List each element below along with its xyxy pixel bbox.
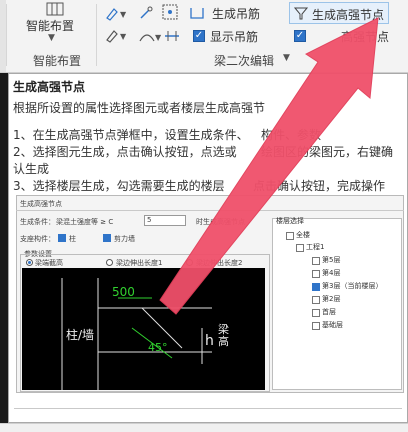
- tree-item-f4[interactable]: 第4层: [322, 268, 340, 278]
- node-check-label: 高强节点: [341, 30, 390, 44]
- tooltip-step-2-tail: 绘图区的梁图元，右键确: [261, 145, 394, 159]
- select-region-icon[interactable]: [162, 4, 178, 20]
- show-hanger-checkbox[interactable]: ✓: [193, 30, 205, 42]
- tooltip-step-3: 3、选择楼层生成，勾选需要生成的楼层: [13, 179, 225, 193]
- col-checkbox[interactable]: [58, 234, 66, 242]
- floor-panel: [272, 218, 402, 390]
- gen-condition-value: 梁混土强度等 ≥ C: [56, 218, 114, 226]
- gen-condition-input[interactable]: 5: [144, 215, 186, 226]
- svg-text:▼: ▼: [120, 10, 127, 19]
- radio-2-label: 梁边伸出长度1: [116, 259, 163, 267]
- show-hanger-label: 显示吊筋: [210, 30, 259, 44]
- beam-line-icon[interactable]: [164, 28, 180, 44]
- cad-label-beam: 梁高: [218, 323, 229, 348]
- tooltip-step-2: 2、选择图元生成，点击确认按钮，点选或: [13, 145, 237, 159]
- cad-label-column: 柱/墙: [66, 328, 95, 342]
- tree-checkbox-project[interactable]: [296, 244, 304, 252]
- tree-checkbox-f2[interactable]: [312, 296, 320, 304]
- tree-checkbox-base[interactable]: [312, 322, 320, 330]
- tooltip-footer-divider: [14, 408, 402, 409]
- tree-checkbox-f3[interactable]: [312, 283, 320, 291]
- hanger-icon: [188, 5, 206, 21]
- tree-item-f2[interactable]: 第2层: [322, 294, 340, 304]
- tooltip-step-3-tail: 点击确认按钮，完成操作: [253, 179, 386, 193]
- member-label: 支座构件：: [20, 235, 55, 243]
- radio-2[interactable]: [106, 259, 113, 266]
- gen-condition-input-value: 5: [147, 216, 152, 224]
- smart-layout-icon[interactable]: [46, 1, 64, 16]
- tree-item-base[interactable]: 基础层: [322, 320, 343, 330]
- tree-checkbox-all[interactable]: [286, 232, 294, 240]
- cad-label-500: 500: [112, 285, 135, 299]
- ribbon-separator: [96, 4, 97, 66]
- group-expand-icon[interactable]: ▼: [283, 53, 290, 63]
- tree-item-project[interactable]: 工程1: [306, 242, 324, 252]
- dialog-title: 生成高强节点: [20, 200, 62, 208]
- tree-checkbox-f1[interactable]: [312, 309, 320, 317]
- tree-item-all[interactable]: 全楼: [296, 230, 310, 240]
- magic-tool-icon[interactable]: [138, 5, 154, 21]
- tooltip-step-2-cont: 认生成: [13, 162, 50, 176]
- pen-tool-icon[interactable]: ▼: [104, 5, 130, 21]
- tooltip-description: 根据所设置的属性选择图元或者楼层生成高强节: [13, 101, 266, 115]
- tooltip-title: 生成高强节点: [13, 80, 86, 94]
- col-option-label: 柱: [69, 235, 76, 243]
- ribbon-separator: [6, 4, 7, 66]
- node-checkbox[interactable]: ✓: [294, 30, 306, 42]
- tree-checkbox-f5[interactable]: [312, 257, 320, 265]
- cad-label-45: 45°: [148, 341, 168, 354]
- svg-text:▼: ▼: [120, 32, 127, 41]
- tooltip-step-1-tail: 构件、参数: [261, 128, 322, 142]
- dialog-title-divider: [16, 210, 404, 211]
- gen-condition-tail: 时生成高强节点: [196, 218, 245, 226]
- wall-option-label: 剪力墙: [114, 235, 135, 243]
- grid-icon: [46, 2, 64, 16]
- smart-layout-dropdown-icon[interactable]: ▼: [48, 33, 55, 43]
- svg-text:▼: ▼: [155, 33, 162, 42]
- beam-edit-group-label: 梁二次编辑: [214, 54, 275, 68]
- tree-checkbox-f4[interactable]: [312, 270, 320, 278]
- floor-panel-title: 楼层选择: [276, 217, 304, 225]
- filter-icon: [293, 5, 309, 20]
- cad-label-h: h: [205, 333, 214, 349]
- radio-3[interactable]: [186, 259, 193, 266]
- smart-layout-group-label: 智能布置: [33, 54, 82, 68]
- arc-tool-icon[interactable]: ▼: [138, 28, 162, 44]
- tree-item-f1[interactable]: 首层: [322, 307, 336, 317]
- smart-layout-button[interactable]: 智能布置: [26, 17, 74, 34]
- tree-item-f3[interactable]: 第3层（当前楼层）: [322, 281, 382, 291]
- radio-1-label: 梁端截高: [35, 259, 63, 267]
- radio-3-label: 梁边伸出长度2: [196, 259, 243, 267]
- gen-node-label: 生成高强节点: [312, 8, 385, 22]
- gen-hanger-button[interactable]: 生成吊筋: [212, 5, 260, 22]
- wall-checkbox[interactable]: [103, 234, 111, 242]
- tooltip-step-1: 1、在生成高强节点弹框中，设置生成条件、: [13, 128, 249, 142]
- radio-1[interactable]: [26, 259, 33, 266]
- pen-edit-icon[interactable]: ▼: [104, 27, 130, 43]
- tree-item-f5[interactable]: 第5层: [322, 255, 340, 265]
- drawing-area-strip: [0, 73, 8, 423]
- gen-condition-label: 生成条件：: [20, 218, 55, 226]
